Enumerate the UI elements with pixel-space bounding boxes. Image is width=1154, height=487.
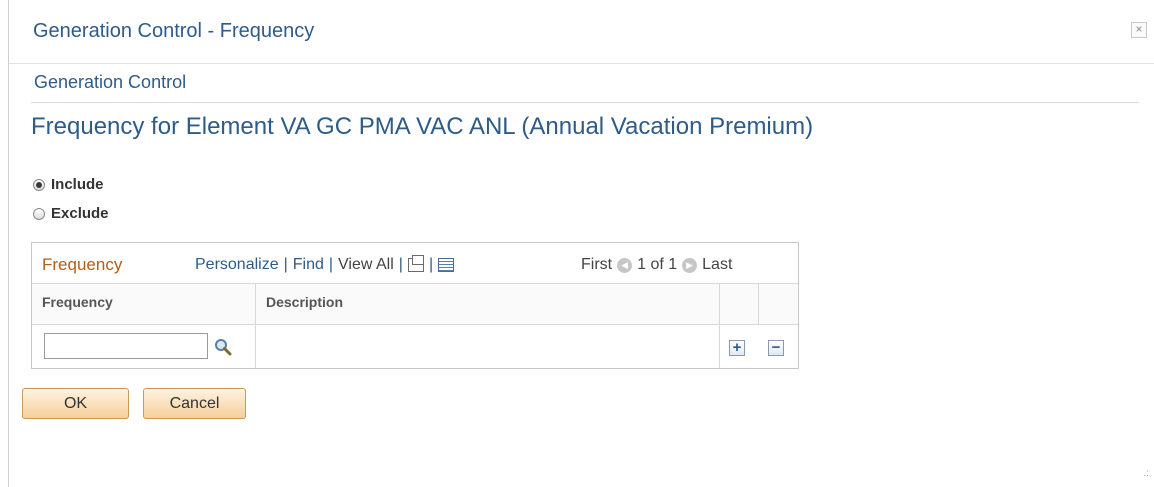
first-link[interactable]: First (581, 256, 612, 274)
include-label: Include (51, 176, 104, 193)
exclude-radio-option[interactable]: Exclude (33, 205, 109, 222)
row-position: 1 of 1 (637, 256, 678, 273)
subheading-divider (31, 102, 1139, 103)
add-row-button[interactable]: + (729, 340, 745, 356)
frequency-input[interactable] (44, 333, 208, 359)
arrow-left-icon[interactable]: ◀ (617, 257, 633, 273)
grid-tools: Personalize | Find | View All | | (195, 255, 455, 274)
magnifier-icon[interactable] (214, 338, 232, 356)
grid-pagination: First ◀ 1 of 1 ▶ Last (581, 256, 732, 274)
column-divider (255, 284, 256, 368)
column-header-frequency: Frequency (32, 284, 255, 325)
column-header-description: Description (256, 284, 719, 325)
include-radio-option[interactable]: Include (33, 176, 104, 193)
arrow-right-icon[interactable]: ▶ (682, 257, 698, 273)
grid-title: Frequency (42, 255, 123, 274)
column-header-label: Frequency (42, 294, 113, 310)
exclude-label: Exclude (51, 205, 109, 222)
separator: | (328, 256, 334, 273)
column-header-label: Description (266, 294, 344, 310)
page-subheading: Generation Control (34, 72, 187, 92)
separator: | (428, 256, 434, 273)
column-header-delete (759, 284, 798, 325)
resize-grip-icon[interactable]: .: (1143, 468, 1149, 479)
exclude-radio[interactable] (33, 207, 45, 220)
dialog: Generation Control - Frequency × Generat… (8, 0, 1154, 487)
include-radio[interactable] (33, 178, 45, 191)
delete-row-button[interactable]: − (768, 340, 784, 356)
personalize-link[interactable]: Personalize (195, 256, 279, 274)
frequency-grid: Frequency Personalize | Find | View All … (31, 242, 799, 369)
column-divider (719, 284, 720, 368)
cancel-button[interactable]: Cancel (143, 388, 246, 419)
grid-toolbar: Frequency Personalize | Find | View All … (32, 243, 798, 284)
page-title: Frequency for Element VA GC PMA VAC ANL … (31, 113, 814, 140)
view-all-link[interactable]: View All (338, 256, 394, 274)
spreadsheet-icon[interactable] (438, 258, 455, 272)
column-divider (758, 284, 759, 325)
ok-button[interactable]: OK (22, 388, 129, 419)
dialog-titlebar: Generation Control - Frequency × (9, 0, 1154, 64)
find-link[interactable]: Find (293, 256, 324, 274)
separator: | (398, 256, 403, 273)
separator: | (283, 256, 288, 273)
dialog-title: Generation Control - Frequency (33, 20, 315, 42)
last-link[interactable]: Last (702, 256, 732, 274)
column-header-add (720, 284, 758, 325)
new-window-icon[interactable] (407, 255, 424, 272)
close-icon[interactable]: × (1131, 22, 1147, 38)
